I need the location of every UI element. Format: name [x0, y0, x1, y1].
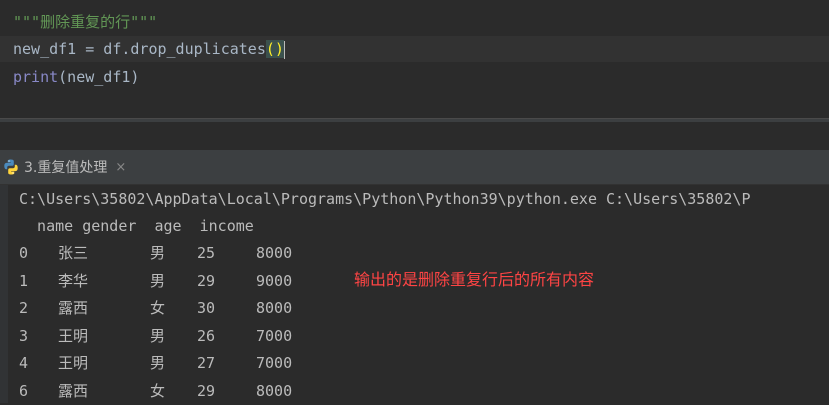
dataframe-header: name gender age income	[19, 217, 254, 235]
cell-name: 露西	[58, 299, 89, 317]
cell-idx: 4	[19, 354, 29, 372]
cell-age: 29	[197, 271, 216, 290]
cell-income: 9000	[256, 271, 293, 290]
cell-income: 8000	[256, 244, 293, 262]
run-tool-window-tabs: 3.重复值处理 ×	[0, 150, 829, 185]
cell-gender: 男	[150, 244, 166, 262]
cell-income: 7000	[256, 354, 293, 372]
python-icon	[4, 159, 18, 175]
cell-age: 30	[197, 299, 216, 317]
matched-parens: ()	[265, 40, 284, 58]
cell-idx: 3	[19, 326, 29, 345]
cell-income: 8000	[256, 381, 293, 400]
cell-name: 李华	[58, 271, 89, 290]
tab-run-config[interactable]: 3.重复值处理 ×	[0, 150, 132, 184]
cell-idx: 2	[19, 299, 29, 317]
cell-gender: 男	[150, 354, 166, 372]
builtin-print: print	[13, 68, 59, 86]
cell-income: 8000	[256, 299, 293, 317]
cell-name: 张三	[58, 244, 89, 262]
close-icon[interactable]: ×	[115, 160, 126, 175]
cell-age: 25	[197, 244, 216, 262]
cell-name: 王明	[58, 326, 89, 345]
cell-name: 王明	[58, 354, 89, 372]
code-editor[interactable]: """删除重复的行""" new_df1 = df.drop_duplicate…	[0, 0, 829, 118]
console-command-line: C:\Users\35802\AppData\Local\Programs\Py…	[19, 190, 751, 208]
cell-gender: 男	[150, 326, 166, 345]
run-console[interactable]: C:\Users\35802\AppData\Local\Programs\Py…	[0, 185, 829, 403]
cell-income: 7000	[256, 326, 293, 345]
print-args: (new_df1)	[58, 68, 140, 86]
tab-run-config-label: 3.重复值处理	[24, 160, 108, 176]
cell-gender: 女	[150, 299, 166, 317]
cell-age: 29	[197, 381, 216, 400]
code-text: new_df1 = df.drop_duplicates	[13, 40, 266, 58]
red-annotation-text: 输出的是删除重复行后的所有内容	[354, 270, 595, 289]
console-gutter	[0, 185, 8, 403]
code-line-drop-duplicates[interactable]: new_df1 = df.drop_duplicates()	[13, 36, 285, 62]
cell-name: 露西	[58, 381, 89, 400]
cell-age: 26	[197, 326, 216, 345]
editor-bottom-area	[0, 122, 829, 150]
cell-idx: 1	[19, 271, 29, 290]
cell-gender: 女	[150, 381, 166, 400]
code-line-docstring[interactable]: """删除重复的行"""	[13, 9, 157, 35]
code-line-print[interactable]: print(new_df1)	[13, 64, 139, 90]
text-caret	[283, 40, 285, 59]
cell-age: 27	[197, 354, 216, 372]
cell-gender: 男	[150, 271, 166, 290]
cell-idx: 6	[19, 381, 29, 400]
cell-idx: 0	[19, 244, 29, 262]
